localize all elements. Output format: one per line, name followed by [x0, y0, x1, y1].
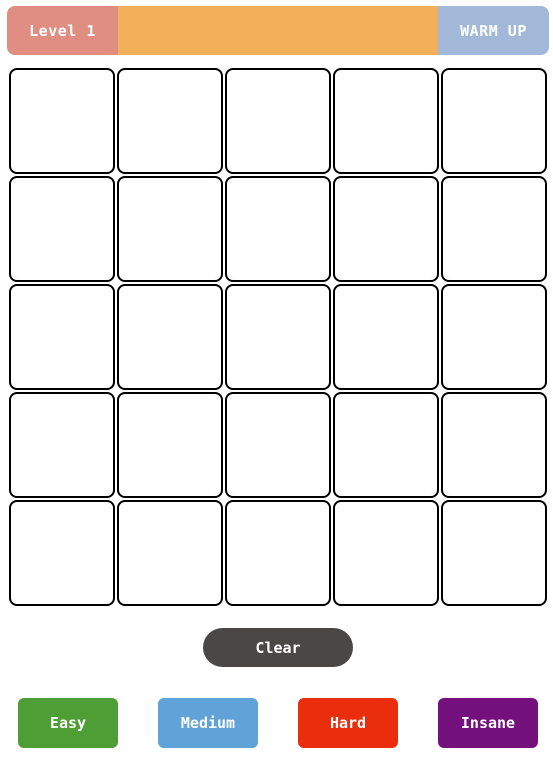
grid-cell[interactable] [441, 500, 547, 606]
grid-cell[interactable] [441, 284, 547, 390]
game-grid [9, 68, 547, 606]
grid-cell[interactable] [117, 284, 223, 390]
grid-cell[interactable] [225, 392, 331, 498]
grid-cell[interactable] [441, 392, 547, 498]
grid-cell[interactable] [225, 500, 331, 606]
level-label: Level 1 [7, 6, 118, 55]
grid-cell[interactable] [9, 176, 115, 282]
grid-cell[interactable] [441, 176, 547, 282]
grid-cell[interactable] [333, 392, 439, 498]
grid-cell[interactable] [441, 68, 547, 174]
grid-cell[interactable] [117, 176, 223, 282]
clear-button[interactable]: Clear [203, 628, 353, 667]
grid-cell[interactable] [9, 392, 115, 498]
grid-cell[interactable] [117, 392, 223, 498]
grid-cell[interactable] [333, 68, 439, 174]
medium-button[interactable]: Medium [158, 698, 258, 748]
grid-cell[interactable] [9, 284, 115, 390]
grid-cell[interactable] [225, 68, 331, 174]
grid-cell[interactable] [9, 500, 115, 606]
hard-button[interactable]: Hard [298, 698, 398, 748]
grid-cell[interactable] [9, 68, 115, 174]
grid-cell[interactable] [225, 176, 331, 282]
easy-button[interactable]: Easy [18, 698, 118, 748]
insane-button[interactable]: Insane [438, 698, 538, 748]
grid-cell[interactable] [333, 500, 439, 606]
mode-label: WARM UP [438, 6, 549, 55]
grid-cell[interactable] [225, 284, 331, 390]
progress-bar [118, 6, 438, 55]
grid-cell[interactable] [117, 68, 223, 174]
grid-cell[interactable] [333, 284, 439, 390]
grid-cell[interactable] [117, 500, 223, 606]
top-bar: Level 1 WARM UP [7, 6, 549, 55]
grid-cell[interactable] [333, 176, 439, 282]
